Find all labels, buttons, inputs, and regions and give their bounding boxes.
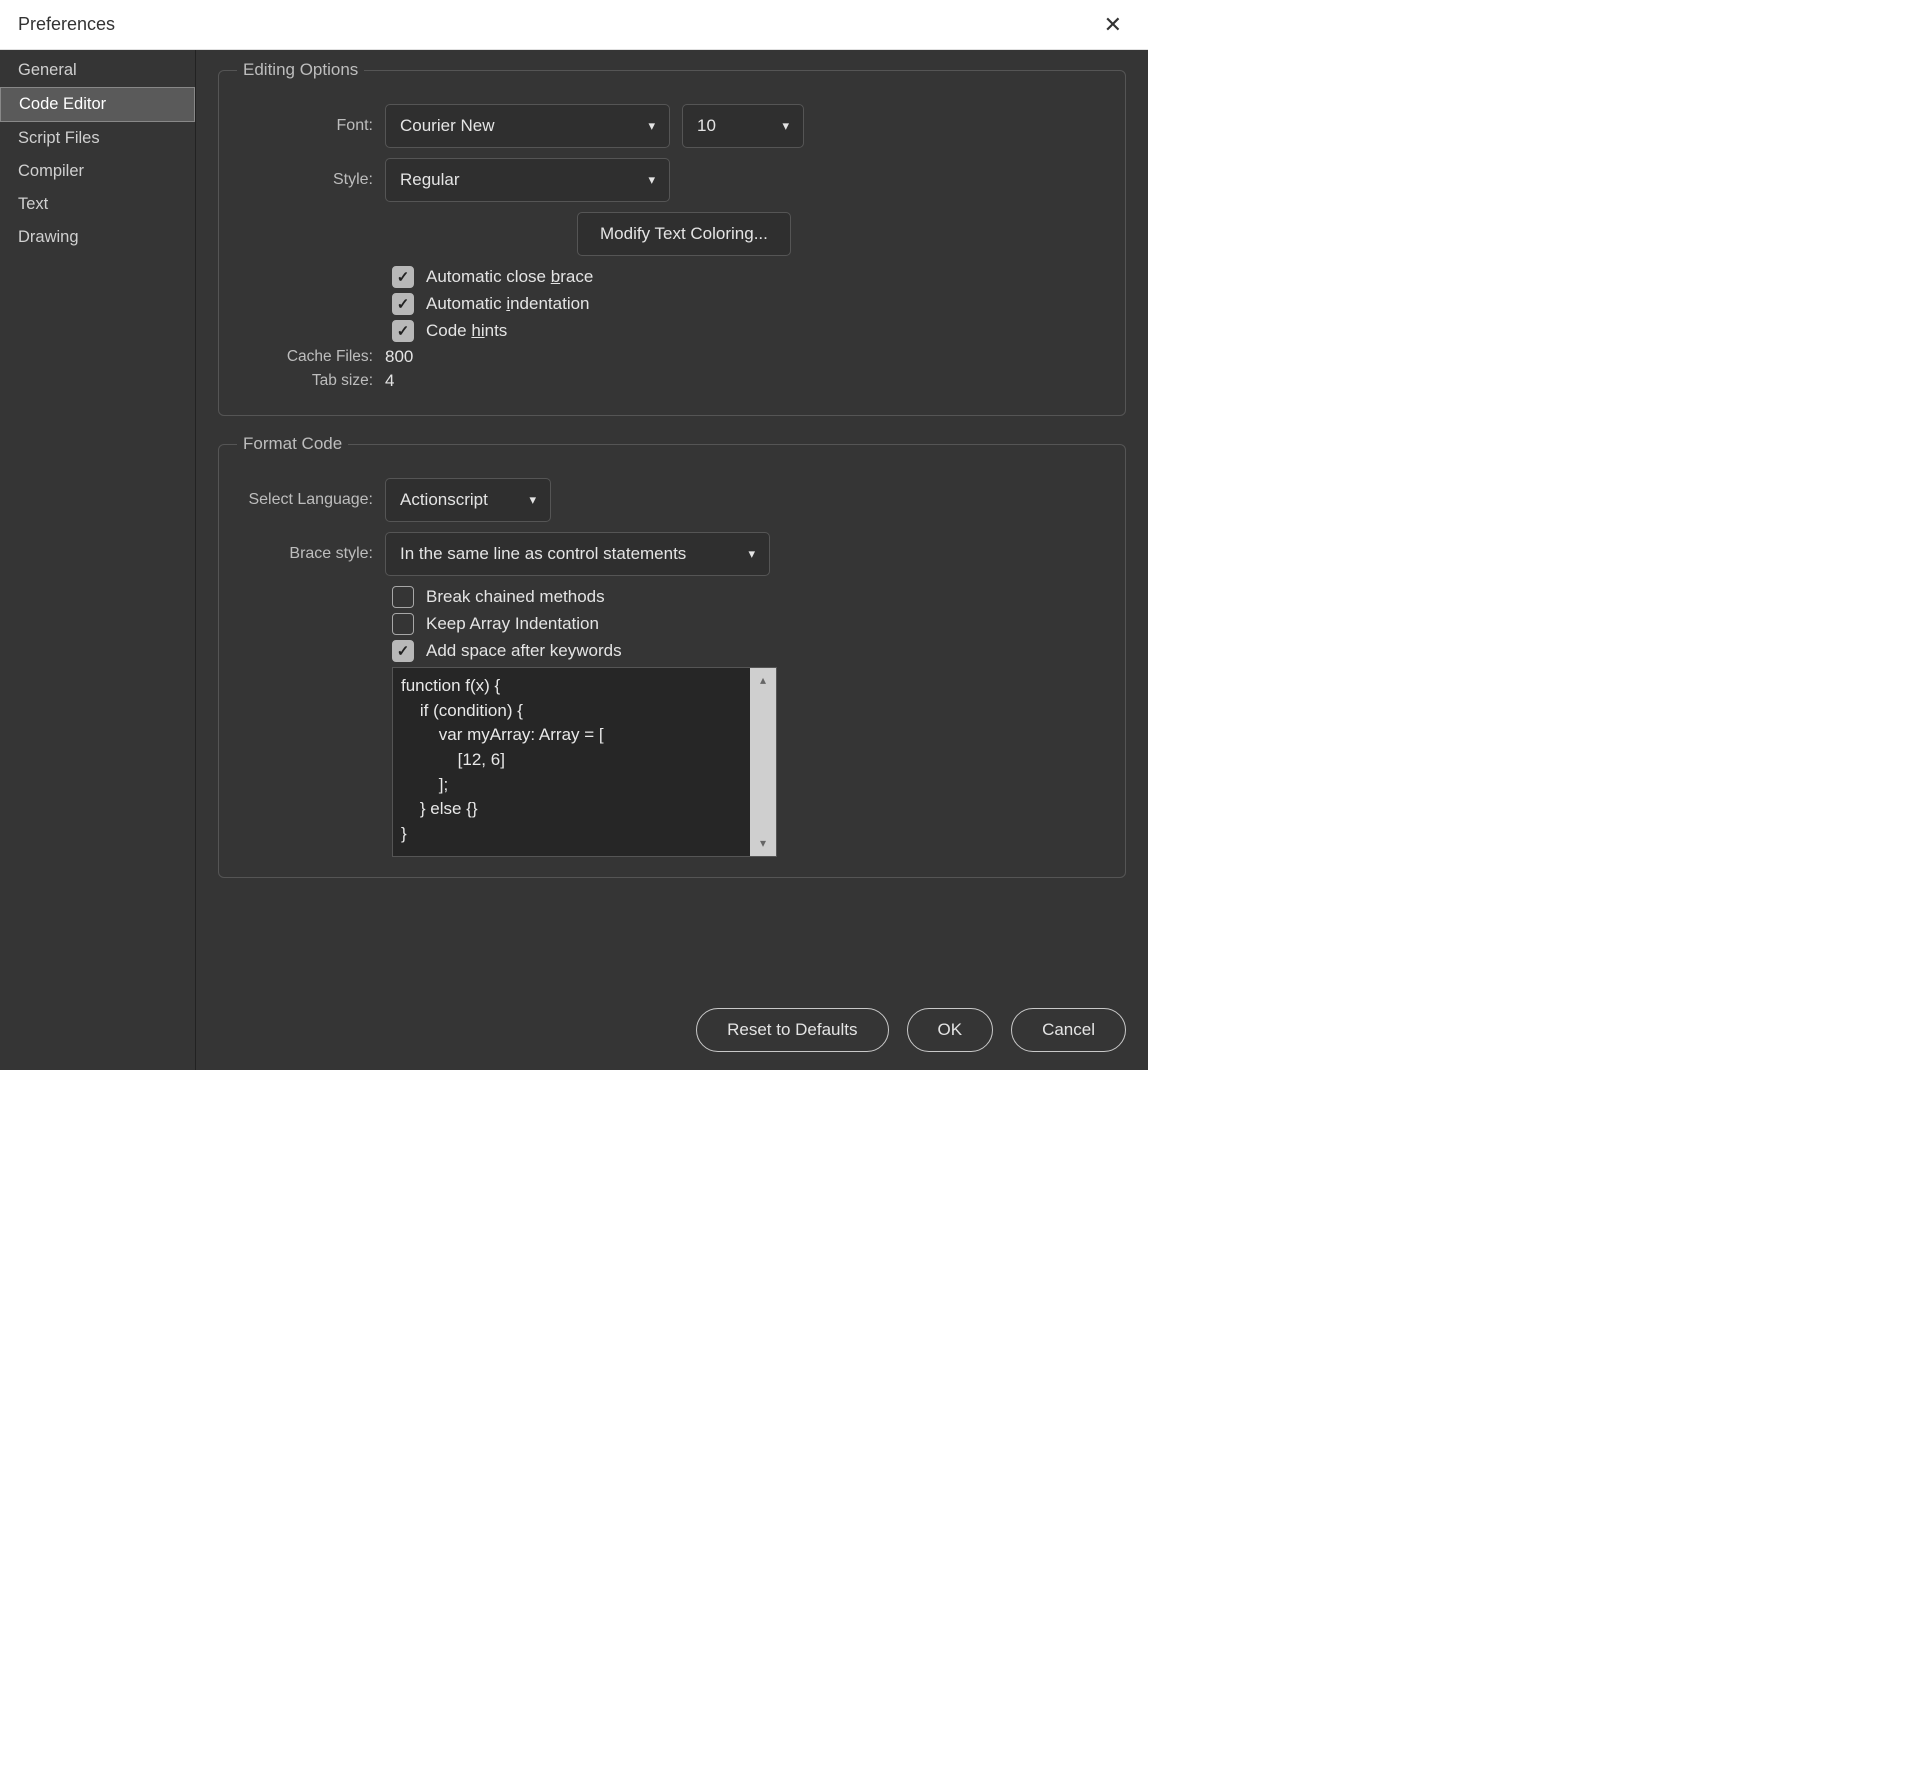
sidebar-item-label: Drawing <box>18 228 79 246</box>
chevron-down-icon: ▾ <box>782 118 789 134</box>
brace-style-row: Brace style: In the same line as control… <box>237 532 1107 576</box>
code-hints-checkbox[interactable] <box>392 320 414 342</box>
editing-options-group: Editing Options Font: Courier New ▾ 10 ▾… <box>218 60 1126 416</box>
style-select-value: Regular <box>400 170 460 190</box>
titlebar: Preferences ✕ <box>0 0 1148 50</box>
break-chained-row: Break chained methods <box>392 586 1107 608</box>
font-select-value: Courier New <box>400 116 494 136</box>
sidebar-item-script-files[interactable]: Script Files <box>0 122 195 155</box>
code-hints-row: Code hints <box>392 320 1107 342</box>
font-size-value: 10 <box>697 116 716 136</box>
font-select[interactable]: Courier New ▾ <box>385 104 670 148</box>
close-icon[interactable]: ✕ <box>1096 8 1130 42</box>
footer: Reset to Defaults OK Cancel <box>218 990 1126 1052</box>
tab-size-row: Tab size: 4 <box>237 371 1107 391</box>
language-select-value: Actionscript <box>400 490 488 510</box>
modify-coloring-row: Modify Text Coloring... <box>577 212 1107 256</box>
style-select[interactable]: Regular ▾ <box>385 158 670 202</box>
keep-array-row: Keep Array Indentation <box>392 613 1107 635</box>
chevron-down-icon: ▾ <box>748 546 755 562</box>
content-pane: Editing Options Font: Courier New ▾ 10 ▾… <box>196 50 1148 1070</box>
sidebar-item-compiler[interactable]: Compiler <box>0 155 195 188</box>
tab-size-value[interactable]: 4 <box>385 371 394 391</box>
ok-button[interactable]: OK <box>907 1008 994 1052</box>
add-space-label: Add space after keywords <box>426 641 622 661</box>
chevron-down-icon: ▾ <box>529 492 536 508</box>
style-label: Style: <box>237 171 385 189</box>
keep-array-label: Keep Array Indentation <box>426 614 599 634</box>
scroll-up-icon[interactable]: ▴ <box>760 672 766 689</box>
sidebar-item-label: Script Files <box>18 129 100 147</box>
add-space-row: Add space after keywords <box>392 640 1107 662</box>
scrollbar[interactable]: ▴ ▾ <box>750 668 776 856</box>
auto-indent-row: Automatic indentation <box>392 293 1107 315</box>
sidebar-item-label: Text <box>18 195 48 213</box>
break-chained-checkbox[interactable] <box>392 586 414 608</box>
code-preview-text: function f(x) { if (condition) { var myA… <box>401 674 746 850</box>
format-code-group: Format Code Select Language: Actionscrip… <box>218 434 1126 878</box>
scroll-down-icon[interactable]: ▾ <box>760 835 766 852</box>
reset-defaults-button[interactable]: Reset to Defaults <box>696 1008 888 1052</box>
code-preview: function f(x) { if (condition) { var myA… <box>392 667 777 857</box>
code-hints-label: Code hints <box>426 321 507 341</box>
sidebar: General Code Editor Script Files Compile… <box>0 50 196 1070</box>
preferences-window: Preferences ✕ General Code Editor Script… <box>0 0 1148 1070</box>
keep-array-checkbox[interactable] <box>392 613 414 635</box>
tab-size-label: Tab size: <box>237 372 385 390</box>
brace-style-value: In the same line as control statements <box>400 544 686 564</box>
font-size-select[interactable]: 10 ▾ <box>682 104 804 148</box>
chevron-down-icon: ▾ <box>648 172 655 188</box>
sidebar-item-label: General <box>18 61 77 79</box>
editing-options-legend: Editing Options <box>237 60 364 80</box>
sidebar-item-label: Code Editor <box>19 95 106 113</box>
sidebar-item-label: Compiler <box>18 162 84 180</box>
auto-close-brace-row: Automatic close brace <box>392 266 1107 288</box>
auto-close-brace-label: Automatic close brace <box>426 267 593 287</box>
brace-style-label: Brace style: <box>237 545 385 563</box>
window-title: Preferences <box>18 14 115 35</box>
break-chained-label: Break chained methods <box>426 587 605 607</box>
modify-text-coloring-button[interactable]: Modify Text Coloring... <box>577 212 791 256</box>
language-label: Select Language: <box>237 491 385 509</box>
sidebar-item-text[interactable]: Text <box>0 188 195 221</box>
brace-style-select[interactable]: In the same line as control statements ▾ <box>385 532 770 576</box>
language-row: Select Language: Actionscript ▾ <box>237 478 1107 522</box>
language-select[interactable]: Actionscript ▾ <box>385 478 551 522</box>
add-space-checkbox[interactable] <box>392 640 414 662</box>
auto-close-brace-checkbox[interactable] <box>392 266 414 288</box>
sidebar-item-general[interactable]: General <box>0 54 195 87</box>
sidebar-item-drawing[interactable]: Drawing <box>0 221 195 254</box>
style-row: Style: Regular ▾ <box>237 158 1107 202</box>
cache-files-row: Cache Files: 800 <box>237 347 1107 367</box>
cache-files-label: Cache Files: <box>237 348 385 366</box>
auto-indent-label: Automatic indentation <box>426 294 590 314</box>
auto-indent-checkbox[interactable] <box>392 293 414 315</box>
window-body: General Code Editor Script Files Compile… <box>0 50 1148 1070</box>
font-label: Font: <box>237 117 385 135</box>
chevron-down-icon: ▾ <box>648 118 655 134</box>
font-row: Font: Courier New ▾ 10 ▾ <box>237 104 1107 148</box>
sidebar-item-code-editor[interactable]: Code Editor <box>0 87 195 122</box>
cancel-button[interactable]: Cancel <box>1011 1008 1126 1052</box>
format-code-legend: Format Code <box>237 434 348 454</box>
cache-files-value[interactable]: 800 <box>385 347 413 367</box>
